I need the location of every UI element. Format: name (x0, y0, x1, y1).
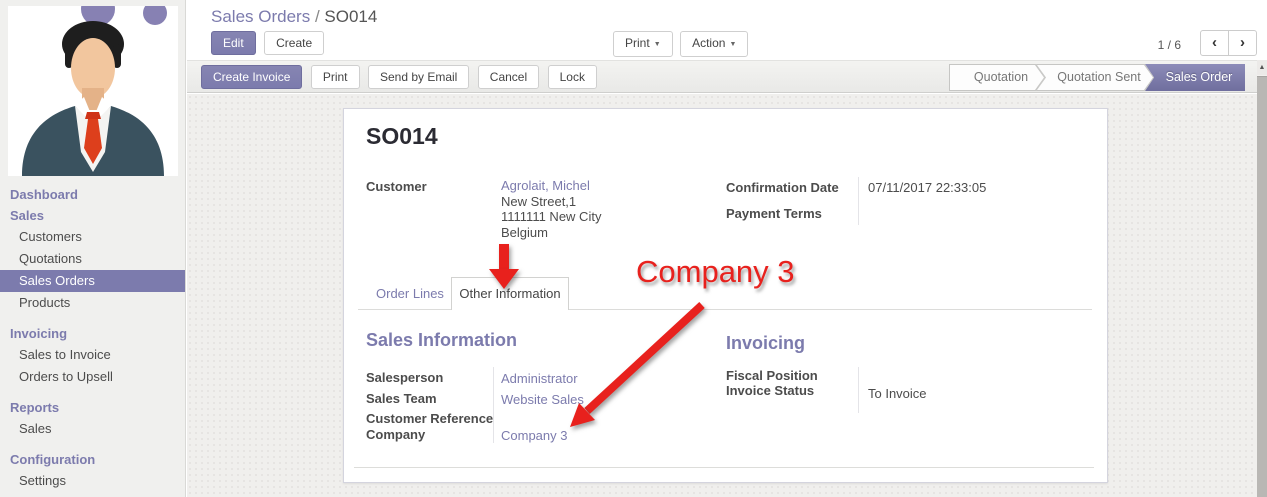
company-link[interactable]: Company 3 (501, 428, 567, 443)
chevron-right-icon: › (1240, 34, 1245, 51)
sales-order-form: SO014 Customer Agrolait, Michel New Stre… (343, 108, 1108, 483)
sidebar-item-orders-to-upsell[interactable]: Orders to Upsell (0, 366, 185, 388)
sidebar-item-sales-orders[interactable]: Sales Orders (0, 270, 185, 292)
status-step-sales-order[interactable]: Sales Order (1145, 64, 1245, 91)
edit-button[interactable]: Edit (211, 31, 256, 55)
sidebar-item-sales-to-invoice[interactable]: Sales to Invoice (0, 344, 185, 366)
payment-terms-label: Payment Terms (726, 206, 822, 221)
customer-address-line: New Street,1 (501, 194, 601, 210)
scrollbar-thumb[interactable] (1257, 76, 1267, 497)
odoo-app-window: Dashboard Sales Customers Quotations Sal… (0, 0, 1267, 497)
order-title: SO014 (366, 123, 438, 150)
sales-information-heading: Sales Information (366, 330, 517, 351)
customer-label: Customer (366, 179, 427, 194)
sidebar-menu: Dashboard Sales Customers Quotations Sal… (0, 184, 185, 497)
create-invoice-button[interactable]: Create Invoice (201, 65, 302, 89)
sidebar-item-reports-sales[interactable]: Sales (0, 418, 185, 440)
caret-down-icon: ▼ (654, 38, 661, 52)
create-button[interactable]: Create (264, 31, 324, 55)
print-dropdown-button[interactable]: Print▼ (613, 31, 673, 57)
sidebar-item-dashboard[interactable]: Dashboard (0, 184, 185, 205)
customer-address-line: 1111111 New City (501, 209, 601, 225)
notebook-tabs: Order Lines Other Information (358, 277, 1092, 310)
header-buttons: Edit Create (211, 31, 328, 55)
tab-order-lines[interactable]: Order Lines (376, 277, 444, 310)
salesperson-link[interactable]: Administrator (501, 371, 578, 386)
invoicing-heading: Invoicing (726, 333, 805, 354)
caret-down-icon: ▼ (729, 38, 736, 52)
print-button[interactable]: Print (311, 65, 360, 89)
breadcrumb: Sales Orders / SO014 (211, 7, 377, 27)
field-group-divider (493, 367, 494, 443)
sidebar-item-configuration[interactable]: Configuration (0, 449, 185, 470)
pager-next-button[interactable]: › (1228, 30, 1257, 56)
sidebar-item-invoicing[interactable]: Invoicing (0, 323, 185, 344)
sheet-bottom-divider (354, 467, 1094, 468)
salesperson-label: Salesperson (366, 370, 443, 385)
status-step-quotation[interactable]: Quotation (949, 64, 1045, 91)
sidebar-item-sales-teams[interactable]: Sales Teams (0, 492, 185, 497)
scroll-up-button[interactable]: ▲ (1257, 60, 1267, 75)
header-action-buttons: Print▼ Action▼ (613, 31, 751, 57)
field-group-divider (858, 367, 859, 413)
statusbar: Quotation Quotation Sent Sales Order (949, 64, 1245, 91)
invoice-status-value: To Invoice (868, 386, 927, 401)
fiscal-position-label: Fiscal Position (726, 368, 818, 383)
breadcrumb-sales-orders-link[interactable]: Sales Orders (211, 7, 310, 26)
field-group-divider (858, 177, 859, 225)
businessman-avatar-icon (8, 6, 178, 176)
sales-team-label: Sales Team (366, 391, 437, 406)
customer-reference-label: Customer Reference (366, 411, 493, 426)
invoice-status-label: Invoice Status (726, 383, 814, 398)
breadcrumb-separator: / (315, 7, 320, 26)
confirmation-date-value: 07/11/2017 22:33:05 (868, 180, 986, 195)
sidebar-item-reports[interactable]: Reports (0, 397, 185, 418)
form-toolbar: Create Invoice Print Send by Email Cance… (187, 60, 1257, 93)
cancel-button[interactable]: Cancel (478, 65, 539, 89)
customer-value: Agrolait, Michel New Street,1 1111111 Ne… (501, 178, 601, 240)
chevron-left-icon: ‹ (1212, 34, 1217, 51)
company-label: Company (366, 427, 425, 442)
action-dropdown-button[interactable]: Action▼ (680, 31, 748, 57)
pager: ‹› (1200, 30, 1257, 56)
send-by-email-button[interactable]: Send by Email (368, 65, 469, 89)
header-bar: Sales Orders / SO014 Edit Create Print▼ … (187, 0, 1267, 60)
pager-counter: 1 / 6 (1158, 38, 1181, 52)
sidebar-item-settings[interactable]: Settings (0, 470, 185, 492)
toolbar-buttons: Create Invoice Print Send by Email Cance… (201, 65, 601, 89)
sidebar: Dashboard Sales Customers Quotations Sal… (0, 0, 186, 497)
sidebar-item-sales[interactable]: Sales (0, 205, 185, 226)
sidebar-item-products[interactable]: Products (0, 292, 185, 314)
vertical-scrollbar[interactable]: ▲ (1257, 60, 1267, 497)
sales-team-link[interactable]: Website Sales (501, 392, 584, 407)
customer-address-line: Belgium (501, 225, 601, 241)
status-step-quotation-sent[interactable]: Quotation Sent (1036, 64, 1154, 91)
pager-previous-button[interactable]: ‹ (1200, 30, 1229, 56)
scroll-up-icon: ▲ (1259, 64, 1266, 71)
user-avatar (8, 6, 178, 176)
breadcrumb-current: SO014 (324, 7, 377, 26)
customer-name-link[interactable]: Agrolait, Michel (501, 178, 601, 194)
sidebar-item-customers[interactable]: Customers (0, 226, 185, 248)
confirmation-date-label: Confirmation Date (726, 180, 839, 195)
sidebar-item-quotations[interactable]: Quotations (0, 248, 185, 270)
tab-other-information[interactable]: Other Information (451, 277, 569, 310)
lock-button[interactable]: Lock (548, 65, 597, 89)
